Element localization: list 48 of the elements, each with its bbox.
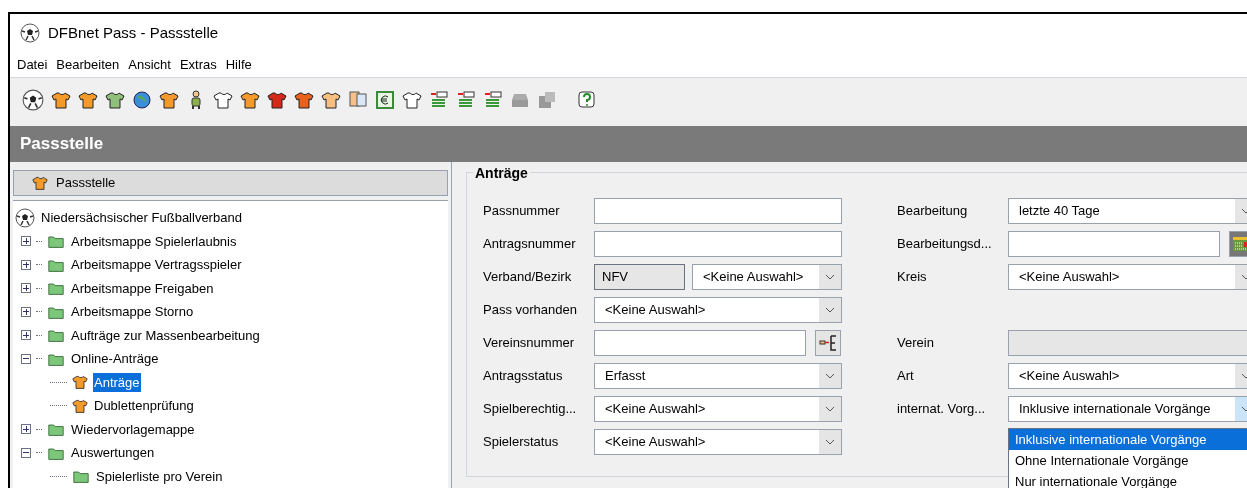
- dropdown[interactable]: <Keine Auswahl>: [594, 396, 842, 422]
- dropdown[interactable]: <Keine Auswahl>: [594, 297, 842, 323]
- section-header: Passstelle: [10, 126, 1247, 162]
- field-label: Spielberechtig...: [483, 400, 578, 419]
- dropdown-option[interactable]: Nur internationale Vorgänge: [1009, 471, 1247, 488]
- field-label: Antragsstatus: [483, 367, 564, 386]
- menu-item[interactable]: Bearbeiten: [55, 54, 121, 75]
- tree-item[interactable]: Wiedervorlagemappe: [70, 419, 196, 439]
- dropdown-option[interactable]: Ohne Internationale Vorgänge: [1009, 450, 1247, 471]
- field-label: Pass vorhanden: [483, 301, 578, 320]
- tree-item[interactable]: Niedersächsischer Fußballverband: [40, 208, 243, 228]
- panel-title-bar[interactable]: Passstelle: [13, 170, 448, 196]
- menu-item[interactable]: Hilfe: [224, 54, 253, 75]
- field-label: Antragsnummer: [483, 235, 577, 254]
- dropdown[interactable]: <Keine Auswahl>: [692, 264, 842, 290]
- input-field[interactable]: NFV: [594, 264, 685, 290]
- dropdown[interactable]: <Keine Auswahl>: [594, 429, 842, 455]
- menu-item[interactable]: Ansicht: [127, 54, 172, 75]
- tree-item[interactable]: Arbeitsmappe Spielerlaubnis: [70, 231, 238, 251]
- tree-item[interactable]: Anträge: [93, 372, 141, 392]
- window-title: DFBnet Pass - Passstelle: [48, 22, 219, 43]
- dropdown[interactable]: <Keine Auswahl>: [1008, 363, 1247, 389]
- field-label: Art: [897, 367, 915, 386]
- dropdown[interactable]: Erfasst: [594, 363, 842, 389]
- tree-item[interactable]: Aufträge zur Massenbearbeitung: [70, 325, 261, 345]
- tree-item[interactable]: Online-Anträge: [70, 349, 160, 369]
- dropdown[interactable]: letzte 40 Tage: [1008, 198, 1247, 224]
- tree-item[interactable]: Dublettenprüfung: [93, 396, 195, 416]
- tree-item[interactable]: Arbeitsmappe Freigaben: [70, 278, 215, 298]
- field-label: Kreis: [897, 268, 928, 287]
- field-label: Spielerstatus: [483, 433, 560, 452]
- panel-title: Passstelle: [56, 174, 116, 193]
- tree-item[interactable]: Arbeitsmappe Storno: [70, 302, 195, 322]
- field-label: internat. Vorg...: [897, 400, 987, 419]
- menu-item[interactable]: Datei: [16, 54, 49, 75]
- dropdown[interactable]: <Keine Auswahl>: [1008, 264, 1247, 290]
- field-label: Verband/Bezirk: [483, 268, 573, 287]
- field-label: Bearbeitungsd...: [897, 235, 993, 254]
- field-label: Vereinsnummer: [483, 334, 576, 353]
- tree-item[interactable]: Arbeitsmappe Vertragsspieler: [70, 255, 243, 275]
- field-label: Passnummer: [483, 202, 561, 221]
- dropdown[interactable]: Inklusive internationale Vorgänge: [1008, 396, 1247, 422]
- tree-item[interactable]: Spielerliste pro Verein: [95, 466, 224, 486]
- field-label: Verein: [897, 334, 935, 353]
- tree-item[interactable]: Auswertungen: [70, 443, 156, 463]
- dropdown-option[interactable]: Inklusive internationale Vorgänge: [1009, 429, 1247, 450]
- menu-item[interactable]: Extras: [178, 54, 218, 75]
- field-label: Bearbeitung: [897, 202, 969, 221]
